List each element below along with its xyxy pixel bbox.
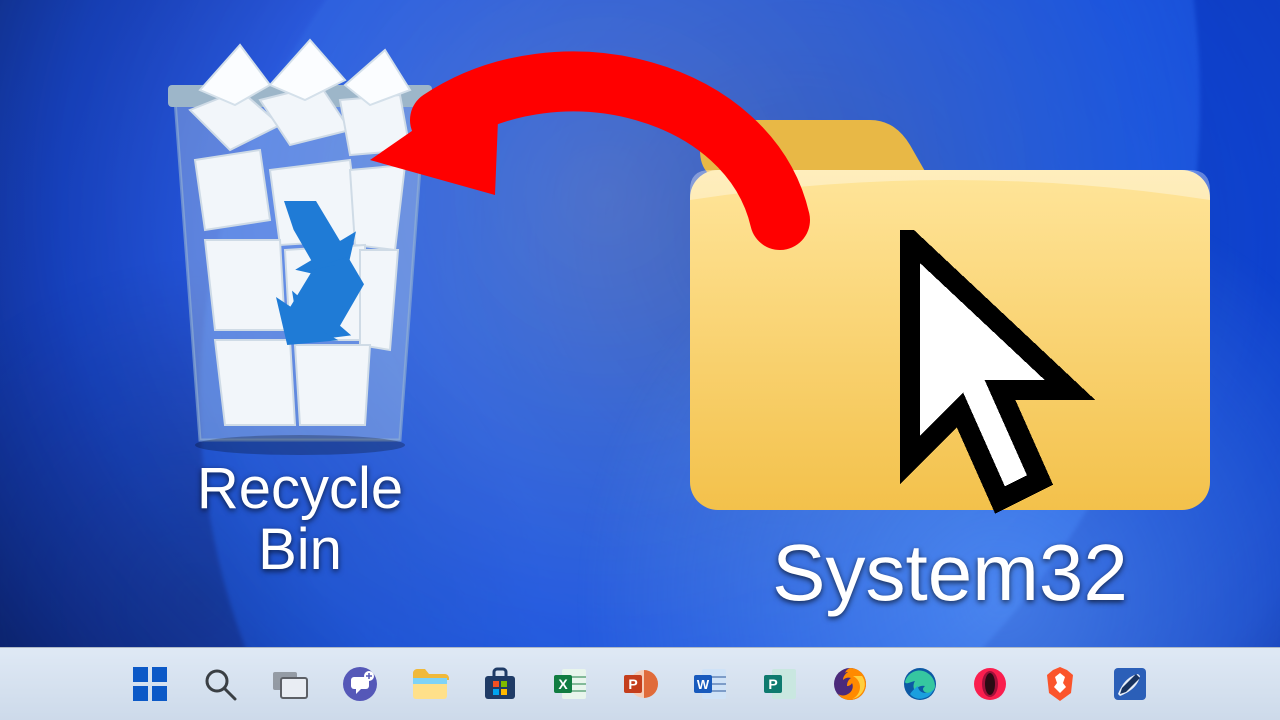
- powerpoint-icon: P: [622, 666, 658, 702]
- recycle-bin-label: Recycle Bin: [130, 459, 470, 581]
- system32-label: System32: [670, 531, 1230, 615]
- windows-logo-icon: [133, 667, 167, 701]
- drag-arrow: [320, 30, 820, 290]
- task-view-button[interactable]: [268, 662, 312, 706]
- opera[interactable]: [968, 662, 1012, 706]
- clip-studio[interactable]: [1108, 662, 1152, 706]
- svg-text:P: P: [628, 676, 637, 692]
- taskbar: X P W P: [0, 647, 1280, 720]
- powerpoint[interactable]: P: [618, 662, 662, 706]
- brave[interactable]: [1038, 662, 1082, 706]
- word-icon: W: [692, 666, 728, 702]
- opera-icon: [972, 666, 1008, 702]
- store-icon: [482, 666, 518, 702]
- file-explorer[interactable]: [408, 662, 452, 706]
- teams-chat[interactable]: [338, 662, 382, 706]
- svg-text:P: P: [768, 676, 777, 692]
- edge-icon: [902, 666, 938, 702]
- search-icon: [203, 667, 237, 701]
- firefox-icon: [832, 666, 868, 702]
- search-button[interactable]: [198, 662, 242, 706]
- mouse-cursor-icon: [900, 230, 1110, 535]
- edge[interactable]: [898, 662, 942, 706]
- folder-icon: [411, 667, 449, 701]
- start-button[interactable]: [128, 662, 172, 706]
- paint-app-icon: [1112, 666, 1148, 702]
- firefox[interactable]: [828, 662, 872, 706]
- excel-icon: X: [552, 666, 588, 702]
- desktop-wallpaper: Recycle Bin System32: [0, 0, 1280, 648]
- task-view-icon: [272, 668, 308, 700]
- brave-icon: [1043, 665, 1077, 703]
- word[interactable]: W: [688, 662, 732, 706]
- publisher[interactable]: P: [758, 662, 802, 706]
- svg-text:X: X: [558, 676, 568, 692]
- svg-text:W: W: [697, 677, 710, 692]
- excel[interactable]: X: [548, 662, 592, 706]
- chat-icon: [342, 666, 378, 702]
- microsoft-store[interactable]: [478, 662, 522, 706]
- publisher-icon: P: [762, 666, 798, 702]
